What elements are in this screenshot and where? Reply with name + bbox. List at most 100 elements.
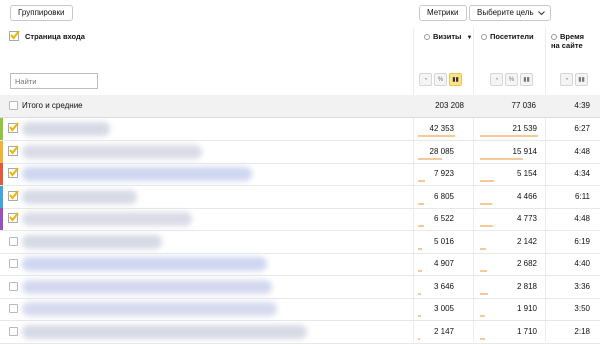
time-value: 4:48 <box>574 146 590 156</box>
visits-value: 5 016 <box>433 236 454 246</box>
blurred-page-url[interactable] <box>22 144 202 159</box>
time-value: 2:18 <box>574 326 590 336</box>
blurred-page-url[interactable] <box>22 257 267 271</box>
goal-select[interactable]: Выберите цель <box>469 5 551 21</box>
dimension-header[interactable]: Страница входа <box>25 32 85 41</box>
table-row[interactable]: #e8553d 7 923 5 154 4:34 <box>0 163 600 186</box>
bar-icon[interactable]: ▮▮ <box>449 73 462 86</box>
visits-bar <box>418 270 422 272</box>
table-row[interactable]: 3 005 1 910 3:50 <box>0 298 600 321</box>
row-checkbox[interactable] <box>9 236 18 246</box>
row-checkbox[interactable] <box>9 304 18 313</box>
pie-icon[interactable]: ◔ <box>419 73 432 86</box>
totals-checkbox[interactable] <box>9 101 18 110</box>
visitors-vis-toggles: ◔ % ▮▮ <box>490 73 533 87</box>
info-icon <box>481 34 487 40</box>
checkmark-icon <box>8 189 19 201</box>
percent-icon[interactable]: % <box>505 73 518 86</box>
table-row[interactable]: 3 646 2 818 3:36 <box>0 276 600 299</box>
table-row[interactable]: #8fc63e 42 353 21 539 6:27 <box>0 118 600 141</box>
blurred-page-url[interactable] <box>22 122 110 136</box>
row-color-marker: #f2b233 <box>0 140 3 163</box>
time-header-line2: на сайте <box>551 41 583 50</box>
bar-icon[interactable]: ▮▮ <box>520 73 533 86</box>
time-value: 3:50 <box>574 304 590 313</box>
visits-bar <box>418 157 442 160</box>
visitors-bar <box>480 202 492 205</box>
time-vis-toggles: ◔ ▮▮ <box>560 73 588 87</box>
table-row[interactable]: 2 147 1 710 2:18 <box>0 321 600 344</box>
visitors-header[interactable]: Посетители <box>481 32 534 41</box>
visits-value: 3 005 <box>433 304 454 313</box>
visitors-header-label: Посетители <box>490 32 534 41</box>
visitors-value: 1 710 <box>516 326 537 336</box>
blurred-page-url[interactable] <box>22 324 307 339</box>
table-row[interactable]: 4 907 2 682 4:40 <box>0 253 600 276</box>
time-value: 4:40 <box>574 259 590 268</box>
visits-vis-toggles: ◔ % ▮▮ <box>419 73 462 87</box>
row-checkbox[interactable] <box>8 122 19 133</box>
row-checkbox[interactable] <box>9 326 18 336</box>
visits-bar <box>418 135 455 137</box>
row-color-marker: #3fa5de <box>0 185 3 208</box>
visitors-bar <box>480 292 488 295</box>
table-row[interactable]: 5 016 2 142 6:19 <box>0 231 600 254</box>
visitors-value: 21 539 <box>512 124 537 133</box>
table-row[interactable]: #3fa5de 6 805 4 466 6:11 <box>0 185 600 209</box>
visitors-value: 4 466 <box>516 191 537 201</box>
blurred-page-url[interactable] <box>22 279 272 294</box>
groupings-button[interactable]: Группировки <box>10 5 73 21</box>
pie-icon[interactable]: ◔ <box>490 73 503 86</box>
visits-value: 6 805 <box>433 191 454 201</box>
totals-visits: 203 208 <box>435 101 464 110</box>
blurred-page-url[interactable] <box>22 234 162 249</box>
checkmark-icon <box>9 30 20 41</box>
visits-value: 3 646 <box>433 281 454 291</box>
goal-select-label: Выберите цель <box>477 8 534 17</box>
checkmark-icon <box>8 212 19 223</box>
totals-visitors: 77 036 <box>511 101 536 110</box>
visits-header[interactable]: Визиты ▼ <box>424 32 473 43</box>
row-checkbox[interactable] <box>8 189 19 201</box>
row-checkbox[interactable] <box>8 212 19 223</box>
blurred-page-url[interactable] <box>22 167 252 181</box>
visitors-bar <box>480 337 485 340</box>
visitors-bar <box>480 225 493 227</box>
row-checkbox[interactable] <box>9 281 18 291</box>
bar-icon[interactable]: ▮▮ <box>575 73 588 86</box>
pie-icon[interactable]: ◔ <box>560 73 573 86</box>
search-input[interactable] <box>10 73 98 89</box>
row-checkbox[interactable] <box>8 167 19 178</box>
info-icon <box>551 34 557 40</box>
visits-value: 28 085 <box>429 146 454 156</box>
row-color-marker: #9a4ec2 <box>0 208 3 230</box>
table-row[interactable]: #f2b233 28 085 15 914 4:48 <box>0 140 600 164</box>
visitors-value: 1 910 <box>516 304 537 313</box>
table-row[interactable]: #9a4ec2 6 522 4 773 4:48 <box>0 208 600 231</box>
visitors-bar <box>480 180 494 182</box>
metrics-button[interactable]: Метрики <box>419 5 467 21</box>
time-value: 6:11 <box>575 191 590 201</box>
row-checkbox[interactable] <box>9 259 18 268</box>
time-header-line1: Время <box>560 32 584 41</box>
visits-bar <box>418 315 421 317</box>
row-checkbox[interactable] <box>8 144 19 156</box>
blurred-page-url[interactable] <box>22 212 192 226</box>
visitors-value: 5 154 <box>516 169 537 178</box>
blurred-page-url[interactable] <box>22 189 137 204</box>
time-value: 3:36 <box>574 281 590 291</box>
checkmark-icon <box>8 122 19 133</box>
visits-value: 7 923 <box>433 169 454 178</box>
percent-icon[interactable]: % <box>434 73 447 86</box>
visitors-value: 2 142 <box>516 236 537 246</box>
visitors-value: 4 773 <box>516 214 537 223</box>
checkmark-icon <box>8 144 19 156</box>
visits-bar <box>418 225 424 227</box>
time-header[interactable]: Время на сайте <box>551 32 584 50</box>
blurred-page-url[interactable] <box>22 302 277 316</box>
time-value: 6:19 <box>574 236 590 246</box>
visits-bar <box>418 202 424 205</box>
row-color-marker: #e8553d <box>0 163 3 185</box>
header-checkbox[interactable] <box>9 30 20 41</box>
totals-time: 4:39 <box>574 101 590 110</box>
